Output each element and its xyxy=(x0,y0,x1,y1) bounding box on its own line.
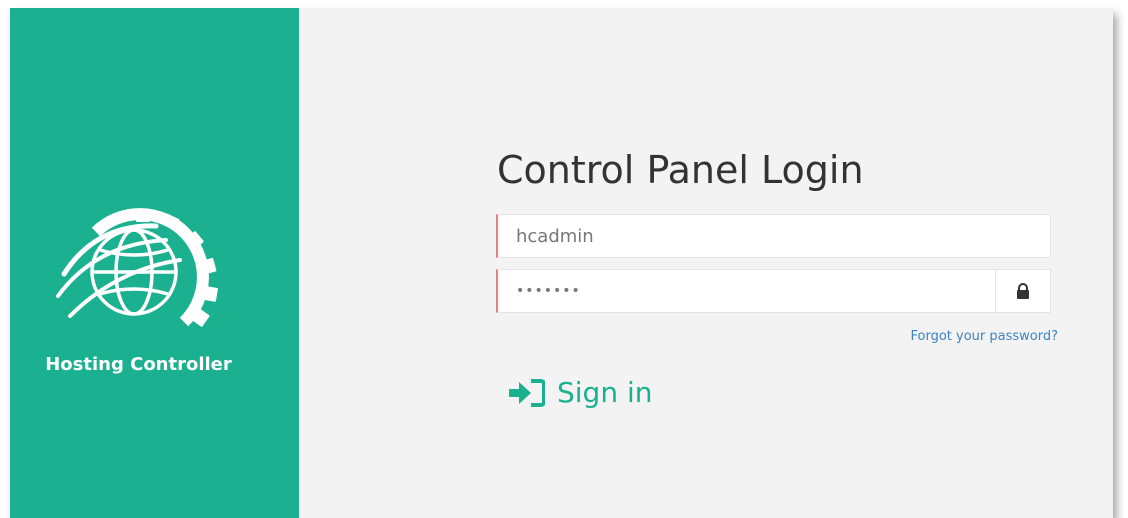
sign-in-label: Sign in xyxy=(557,376,653,409)
forgot-password-link[interactable]: Forgot your password? xyxy=(910,329,1058,344)
brand-name: Hosting Controller xyxy=(45,354,232,375)
page-title: Control Panel Login xyxy=(497,148,864,192)
lock-icon xyxy=(1017,283,1029,299)
username-input[interactable] xyxy=(498,215,1050,257)
login-panel: Control Panel Login Forgot your password… xyxy=(299,8,1113,518)
brand-panel: Hosting Controller xyxy=(10,8,299,518)
sign-in-icon xyxy=(509,378,545,407)
username-field-wrapper xyxy=(496,214,1051,258)
globe-gear-icon xyxy=(56,208,218,327)
login-window: Hosting Controller Control Panel Login F… xyxy=(10,8,1113,518)
sign-in-button[interactable]: Sign in xyxy=(509,376,653,409)
password-input[interactable] xyxy=(498,270,995,312)
password-field-wrapper xyxy=(496,269,1051,313)
lock-icon-box xyxy=(995,270,1050,312)
